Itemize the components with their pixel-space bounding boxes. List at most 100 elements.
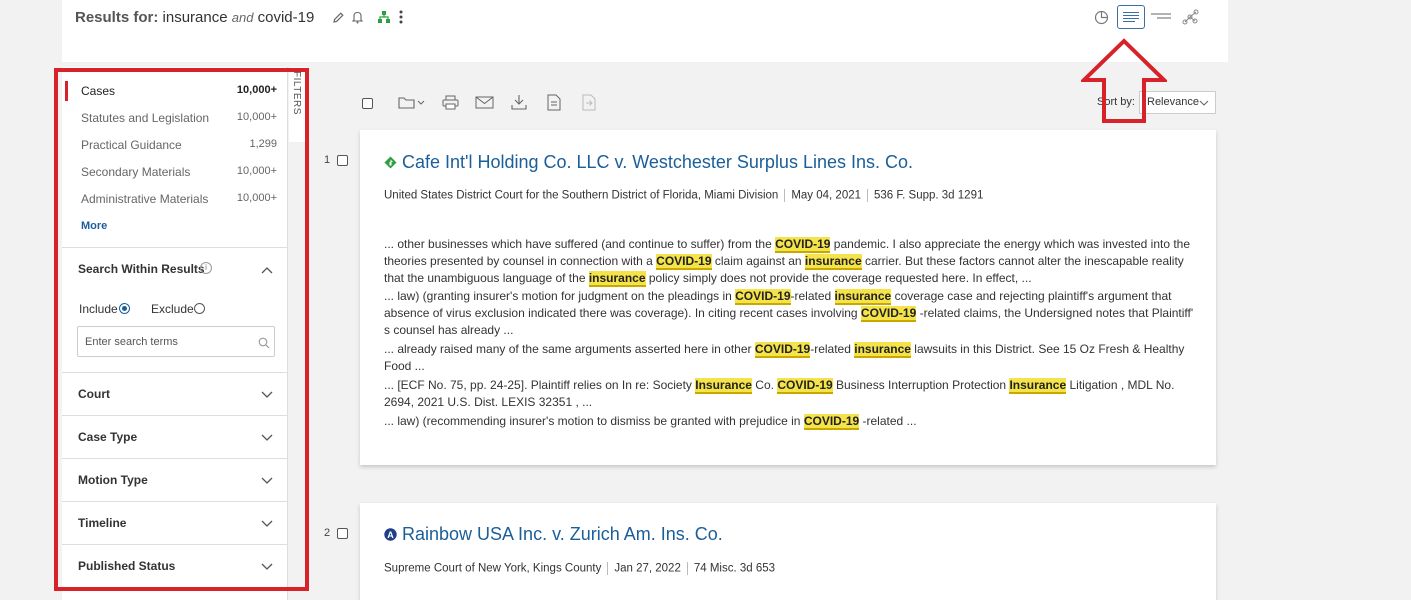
- filter-case-type[interactable]: Case Type: [78, 430, 137, 444]
- filter-court[interactable]: Court: [78, 387, 110, 401]
- category-label: Practical Guidance: [81, 138, 182, 152]
- chevron-down-icon[interactable]: [260, 516, 274, 530]
- result-card: A Rainbow USA Inc. v. Zurich Am. Ins. Co…: [360, 503, 1216, 600]
- export-icon[interactable]: [579, 92, 599, 112]
- include-radio[interactable]: [119, 303, 130, 314]
- graph-view-icon[interactable]: [1177, 5, 1205, 29]
- snippet: ... law) (recommending insurer's motion …: [384, 413, 1194, 430]
- filter-sidebar: Cases 10,000+ Statutes and Legislation 1…: [62, 67, 288, 600]
- category-count: 1,299: [249, 138, 277, 150]
- query-connector: and: [231, 10, 254, 25]
- query-term-1: insurance: [162, 9, 228, 26]
- filter-motion-type[interactable]: Motion Type: [78, 473, 148, 487]
- category-count: 10,000+: [236, 192, 277, 204]
- snippet-text: -related ...: [859, 414, 917, 428]
- search-icon[interactable]: [258, 336, 270, 349]
- search-term-highlight: insurance: [834, 289, 892, 305]
- snippet-text: Co.: [751, 378, 778, 392]
- list-view-icon[interactable]: [1117, 5, 1145, 29]
- court-name: Supreme Court of New York, Kings County: [384, 562, 602, 575]
- exclude-radio[interactable]: [194, 303, 205, 314]
- hierarchy-icon[interactable]: [376, 8, 392, 26]
- sort-label: Sort by:: [1097, 96, 1135, 108]
- print-icon[interactable]: [440, 92, 460, 112]
- category-administrative-materials[interactable]: Administrative Materials 10,000+: [81, 192, 277, 210]
- chevron-down-icon[interactable]: [260, 473, 274, 487]
- category-statutes-and-legislation[interactable]: Statutes and Legislation 10,000+: [81, 111, 277, 129]
- active-category-marker: [65, 81, 68, 101]
- category-count: 10,000+: [236, 111, 277, 123]
- select-all-checkbox[interactable]: [362, 98, 373, 109]
- results-title: Results for: insurance and covid-19: [75, 9, 314, 26]
- search-term-highlight: COVID-19: [803, 414, 860, 430]
- sort-value: Relevance: [1147, 96, 1199, 108]
- chevron-down-icon[interactable]: [260, 387, 274, 401]
- bell-icon[interactable]: [349, 8, 365, 26]
- copy-icon[interactable]: [544, 92, 564, 112]
- search-term-highlight: COVID-19: [754, 342, 811, 358]
- search-term-highlight: COVID-19: [775, 237, 831, 253]
- sort-select[interactable]: Relevance: [1139, 91, 1216, 114]
- category-count: 10,000+: [236, 165, 277, 177]
- divider: [62, 415, 288, 416]
- folder-icon[interactable]: [397, 92, 427, 112]
- snippet-text: ... other businesses which have suffered…: [384, 237, 776, 251]
- snippet-text: policy simply does not provide the cover…: [645, 271, 1032, 285]
- divider: [62, 458, 288, 459]
- snippet-text: -related: [810, 342, 855, 356]
- search-term-highlight: Insurance: [695, 378, 752, 394]
- citation: 536 F. Supp. 3d 1291: [874, 189, 984, 202]
- filters-tab[interactable]: FILTERS: [289, 67, 309, 142]
- snippet-text: claim against an: [711, 254, 805, 268]
- citation: 74 Misc. 3d 653: [693, 562, 776, 575]
- page: Results for: insurance and covid-19 Case…: [0, 0, 1411, 600]
- decision-date: May 04, 2021: [791, 189, 862, 202]
- snippet: ... [ECF No. 75, pp. 24-25]. Plaintiff r…: [384, 377, 1194, 411]
- more-vertical-icon[interactable]: [393, 8, 409, 26]
- result-checkbox[interactable]: [337, 155, 348, 166]
- snippet: ... other businesses which have suffered…: [384, 236, 1194, 287]
- category-label: Statutes and Legislation: [81, 111, 210, 125]
- results-header: Results for: insurance and covid-19: [62, 0, 1228, 62]
- divider: [62, 544, 288, 545]
- case-title-link[interactable]: Cafe Int'l Holding Co. LLC v. Westcheste…: [402, 152, 913, 173]
- snippet-text: ... law) (granting insurer's motion for …: [384, 289, 736, 303]
- chevron-down-icon[interactable]: [260, 559, 274, 573]
- chevron-down-icon[interactable]: [260, 430, 274, 444]
- search-term-highlight: insurance: [804, 254, 862, 270]
- search-within-input[interactable]: [85, 333, 245, 351]
- filter-timeline[interactable]: Timeline: [78, 516, 126, 530]
- filter-published-status[interactable]: Published Status: [78, 559, 175, 573]
- case-meta: Supreme Court of New York, Kings County J…: [384, 562, 775, 575]
- signal-green-icon[interactable]: [384, 156, 397, 169]
- edit-icon[interactable]: [330, 8, 346, 26]
- category-cases[interactable]: Cases 10,000+: [81, 84, 277, 102]
- signal-blue-a-icon[interactable]: A: [384, 528, 397, 541]
- more-categories-link[interactable]: More: [81, 220, 107, 232]
- result-checkbox[interactable]: [337, 528, 348, 539]
- case-title-link[interactable]: Rainbow USA Inc. v. Zurich Am. Ins. Co.: [402, 524, 723, 545]
- email-icon[interactable]: [474, 92, 494, 112]
- category-label: Secondary Materials: [81, 165, 191, 179]
- search-term-highlight: COVID-19: [735, 289, 791, 305]
- search-term-highlight: COVID-19: [656, 254, 712, 270]
- search-term-highlight: insurance: [588, 271, 646, 287]
- search-term-highlight: Insurance: [1009, 378, 1067, 394]
- result-number: 1: [324, 154, 331, 166]
- result-number: 2: [324, 527, 331, 539]
- results-label: Results for:: [75, 9, 159, 26]
- snippet-text: Business Interruption Protection: [832, 378, 1010, 392]
- pie-chart-icon[interactable]: [1087, 5, 1115, 29]
- title-view-icon[interactable]: [1147, 5, 1175, 29]
- query-term-2: covid-19: [257, 9, 315, 26]
- category-practical-guidance[interactable]: Practical Guidance 1,299: [81, 138, 277, 156]
- chevron-down-icon: [1199, 98, 1209, 111]
- download-icon[interactable]: [509, 92, 529, 112]
- info-icon[interactable]: i: [200, 262, 212, 274]
- category-label: Administrative Materials: [81, 192, 209, 206]
- category-secondary-materials[interactable]: Secondary Materials 10,000+: [81, 165, 277, 183]
- snippet-text: ... law) (recommending insurer's motion …: [384, 414, 804, 428]
- search-term-highlight: COVID-19: [777, 378, 833, 394]
- search-term-highlight: insurance: [854, 342, 911, 358]
- chevron-up-icon[interactable]: [260, 264, 274, 278]
